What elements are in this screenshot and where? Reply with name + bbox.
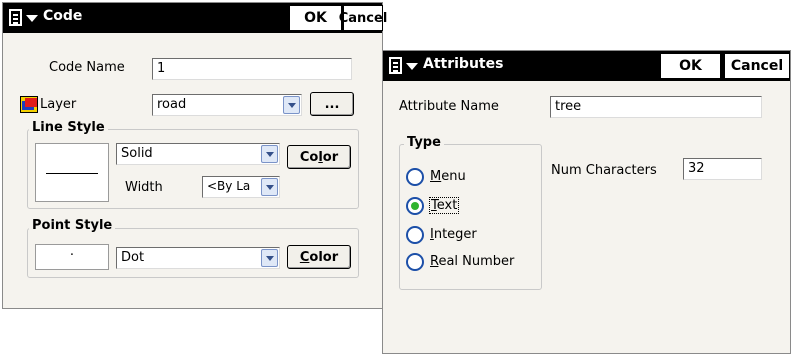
color-label-part: or bbox=[322, 149, 339, 165]
color-label-accel: C bbox=[299, 249, 310, 265]
line-style-label: Line Style bbox=[29, 120, 108, 135]
color-label-part: Co bbox=[299, 149, 319, 165]
ok-button[interactable]: OK bbox=[660, 53, 721, 79]
radio-selected-icon[interactable] bbox=[406, 197, 424, 215]
attributes-dialog: Attributes OK Cancel Attribute Name tree… bbox=[382, 50, 791, 354]
option-accel: M bbox=[430, 169, 442, 184]
code-name-label: Code Name bbox=[49, 60, 125, 75]
line-color-button[interactable]: Co l or bbox=[287, 145, 351, 169]
option-rest: enu bbox=[441, 169, 466, 184]
chevron-down-icon bbox=[406, 63, 418, 70]
radio-icon[interactable] bbox=[406, 168, 424, 186]
menu-icon bbox=[389, 57, 402, 74]
num-characters-label: Num Characters bbox=[551, 163, 657, 178]
type-option-label: Text bbox=[429, 197, 460, 214]
attributes-titlebar: Attributes OK Cancel bbox=[383, 51, 790, 81]
width-label: Width bbox=[125, 180, 163, 195]
attribute-name-input[interactable]: tree bbox=[550, 96, 762, 118]
type-option-text[interactable]: Text bbox=[406, 196, 526, 218]
type-option-label: Integer bbox=[430, 227, 477, 242]
cancel-button[interactable]: Cancel bbox=[339, 5, 387, 31]
attribute-name-label: Attribute Name bbox=[399, 99, 499, 114]
point-style-select[interactable]: Dot bbox=[116, 247, 280, 269]
point-style-value: Dot bbox=[121, 250, 145, 265]
width-select[interactable]: <By La bbox=[202, 176, 280, 198]
menu-icon bbox=[9, 9, 22, 26]
layer-label: Layer bbox=[40, 97, 77, 112]
radio-icon[interactable] bbox=[406, 226, 424, 244]
dialog-title: Attributes bbox=[423, 56, 504, 72]
menu-dropdown-button[interactable] bbox=[7, 7, 41, 29]
type-group-label: Type bbox=[404, 135, 444, 150]
chevron-down-icon[interactable] bbox=[283, 96, 300, 114]
type-option-label: Menu bbox=[430, 169, 466, 184]
menu-dropdown-button[interactable] bbox=[387, 55, 421, 77]
point-preview: · bbox=[35, 244, 109, 270]
color-label-part: olor bbox=[309, 249, 339, 265]
code-dialog: Code OK Cancel Code Name 1 Layer road ..… bbox=[2, 2, 387, 309]
code-titlebar: Code OK Cancel bbox=[3, 3, 387, 33]
option-rest: ext bbox=[436, 198, 458, 213]
layer-value: road bbox=[157, 97, 187, 112]
line-style-select[interactable]: Solid bbox=[116, 143, 280, 165]
num-characters-input[interactable]: 32 bbox=[683, 158, 762, 180]
layer-icon bbox=[20, 96, 38, 113]
line-preview bbox=[35, 143, 109, 202]
type-option-menu[interactable]: Menu bbox=[406, 167, 526, 189]
browse-layer-button[interactable]: ... bbox=[310, 92, 354, 116]
point-style-label: Point Style bbox=[29, 218, 116, 233]
point-preview-mark: · bbox=[69, 248, 75, 263]
cancel-button[interactable]: Cancel bbox=[724, 53, 790, 79]
radio-icon[interactable] bbox=[406, 253, 424, 271]
ok-button[interactable]: OK bbox=[289, 5, 342, 31]
chevron-down-icon[interactable] bbox=[261, 145, 278, 163]
option-rest: eal Number bbox=[438, 254, 515, 269]
width-value: <By La bbox=[207, 179, 251, 193]
type-option-label: Real Number bbox=[430, 254, 514, 269]
dialog-title: Code bbox=[43, 8, 83, 24]
code-name-input[interactable]: 1 bbox=[152, 58, 352, 80]
chevron-down-icon[interactable] bbox=[261, 249, 278, 267]
layer-select[interactable]: road bbox=[152, 94, 302, 116]
point-color-button[interactable]: Color bbox=[287, 245, 351, 269]
type-option-integer[interactable]: Integer bbox=[406, 225, 526, 247]
line-style-value: Solid bbox=[121, 146, 153, 161]
chevron-down-icon[interactable] bbox=[261, 178, 278, 196]
chevron-down-icon bbox=[26, 15, 38, 22]
type-option-real-number[interactable]: Real Number bbox=[406, 252, 536, 274]
option-rest: nteger bbox=[433, 227, 477, 242]
